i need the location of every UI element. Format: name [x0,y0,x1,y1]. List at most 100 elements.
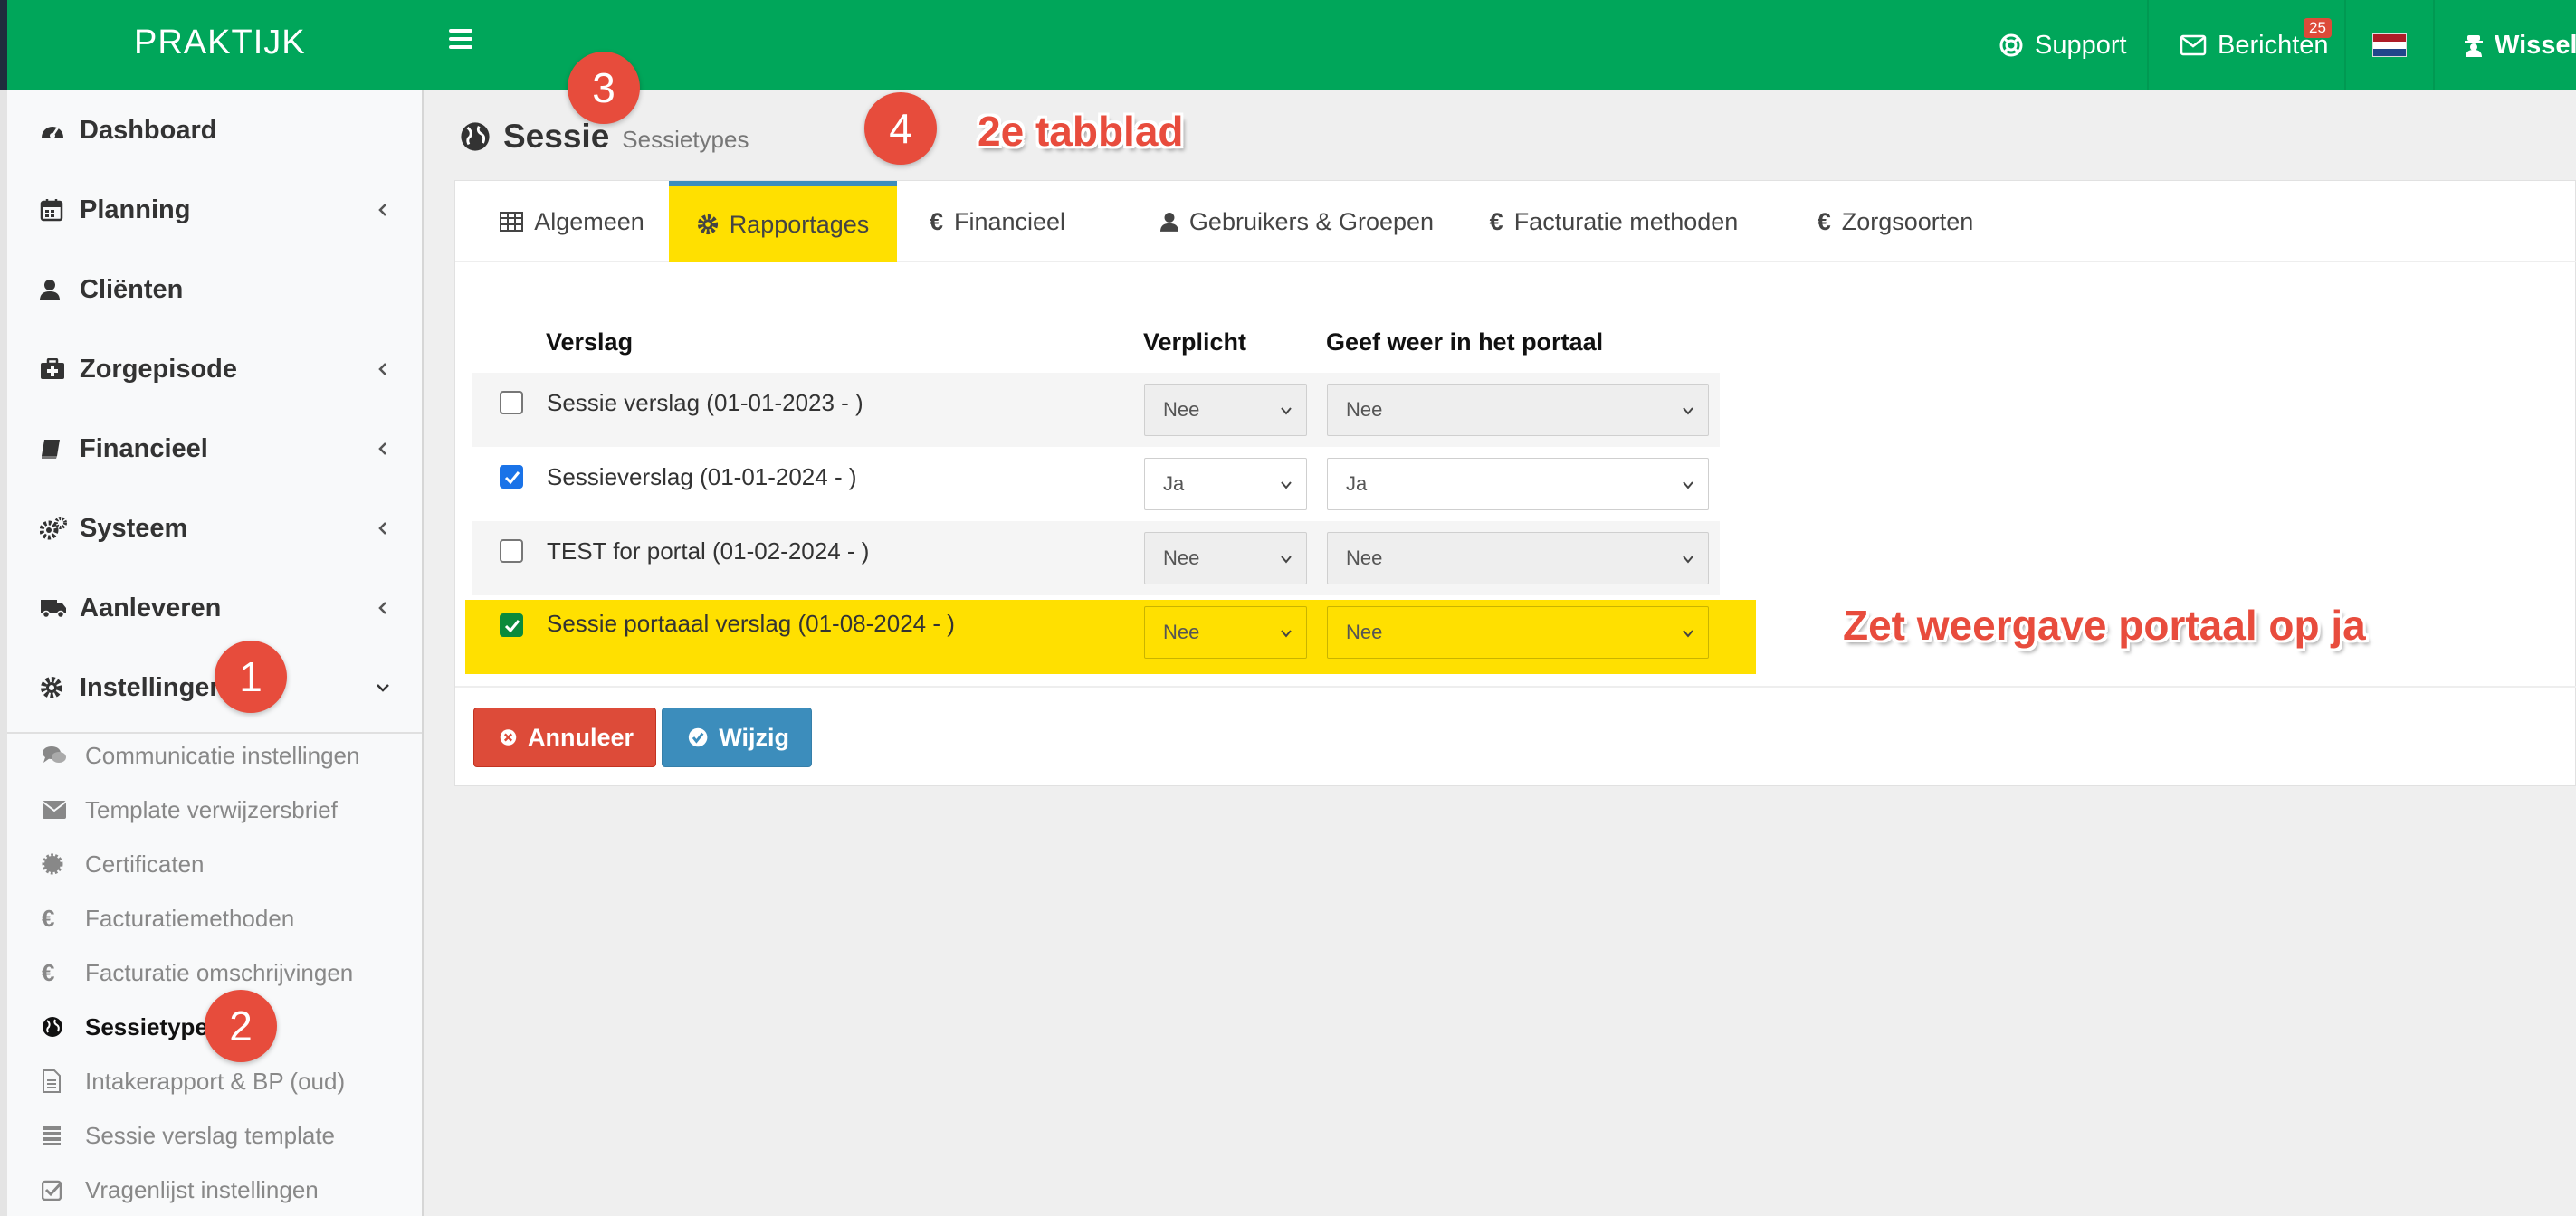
tab-rapportages[interactable]: Rapportages [669,181,897,262]
chevron-down-icon [1281,407,1292,415]
navbar-edge [0,0,7,90]
sidebar-subitem-sessie-verslag-template[interactable]: Sessie verslag template [0,1108,422,1163]
portaal-select[interactable]: Nee [1327,606,1709,659]
comments-icon [42,745,69,766]
sidebar-item-zorgepisode[interactable]: Zorgepisode [0,329,422,409]
table-row: TEST for portal (01-02-2024 - ) Nee Nee [472,521,1720,595]
cancel-button[interactable]: Annuleer [473,708,656,767]
sidebar-item-instellingen[interactable]: Instellingen [0,648,422,727]
select-value: Ja [1163,472,1185,495]
tab-zorgsoorten[interactable]: € Zorgsoorten [1802,181,1989,262]
portaal-select[interactable]: Ja [1327,458,1709,510]
tab-facturatie-methoden[interactable]: € Facturatie methoden [1482,181,1746,262]
annotation-marker: 3 [568,52,640,124]
calendar-icon [40,198,69,222]
sidebar-item-financieel[interactable]: Financieel [0,409,422,489]
sidebar-subitem-label: Intakerapport & BP (oud) [85,1067,346,1095]
sidebar-subitem-vragenlijst[interactable]: Vragenlijst instellingen [0,1163,422,1216]
chevron-left-icon [378,363,386,375]
cancel-label: Annuleer [527,723,634,751]
verplicht-select[interactable]: Nee [1144,532,1307,584]
sidebar-subitem-facturatie-omschrijvingen[interactable]: € Facturatie omschrijvingen [0,945,422,1000]
select-value: Nee [1163,546,1200,569]
navbar-separator [2433,0,2435,90]
tab-gebruikers-groepen[interactable]: Gebruikers & Groepen [1143,181,1451,262]
navbar-separator [2344,0,2346,90]
table-row-highlighted: Sessie portaaal verslag (01-08-2024 - ) … [465,600,1756,674]
chevron-left-icon [378,442,386,455]
dutch-flag-icon[interactable] [2372,33,2407,57]
form-divider [455,686,2576,688]
file-icon [42,1069,69,1093]
portaal-select[interactable]: Nee [1327,532,1709,584]
euro-icon: € [42,958,55,986]
tab-label: Gebruikers & Groepen [1188,207,1435,235]
tab-label: Rapportages [729,210,870,238]
medkit-icon [40,358,69,380]
row-checkbox[interactable] [500,391,523,414]
row-label: TEST for portal (01-02-2024 - ) [547,537,870,565]
verplicht-select[interactable]: Ja [1144,458,1307,510]
chevron-down-icon [1281,556,1292,564]
tab-algemeen[interactable]: Algemeen [472,181,673,262]
sidebar-subitem-template-verwijzersbrief[interactable]: Template verwijzersbrief [0,783,422,837]
chevron-down-icon [1281,481,1292,489]
verplicht-select[interactable]: Nee [1144,606,1307,659]
sidebar-item-systeem[interactable]: Systeem [0,489,422,568]
gear-icon [40,676,69,699]
sidebar-subitem-label: Sessie verslag template [85,1121,336,1149]
messages-link[interactable]: Berichten [2180,0,2329,90]
sidebar-item-label: Aanleveren [80,593,222,622]
select-value: Nee [1163,621,1200,643]
sidebar-item-planning[interactable]: Planning [0,170,422,250]
tab-bar: Algemeen Rapportages € Financieel Gebrui… [455,181,2576,262]
save-label: Wijzig [719,723,789,751]
annotation-marker: 2 [205,990,277,1062]
tab-label: Zorgsoorten [1841,207,1974,235]
list-icon [42,1126,69,1145]
annotation-marker: 1 [215,641,287,713]
column-header-portaal: Geef weer in het portaal [1326,328,1604,356]
sidebar-item-label: Systeem [80,513,188,543]
sidebar-item-clienten[interactable]: Cliënten [0,250,422,329]
sidebar-subitem-communicatie[interactable]: Communicatie instellingen [0,728,422,783]
row-checkbox[interactable] [500,465,523,489]
messages-badge: 25 [2304,18,2332,38]
select-value: Ja [1346,472,1368,495]
chevron-left-icon [378,602,386,614]
truck-icon [40,597,69,619]
sidebar-subitem-label: Facturatiemethoden [85,904,295,932]
sidebar-item-label: Dashboard [80,115,217,145]
chevron-left-icon [378,204,386,216]
globe-icon [42,1016,69,1038]
chevron-left-icon [378,522,386,535]
save-button[interactable]: Wijzig [662,708,812,767]
page-title: Sessie [503,118,610,155]
user-label: Wissel [2495,30,2576,60]
table-icon [500,212,524,232]
tab-financieel[interactable]: € Financieel [908,181,1087,262]
check-circle-icon [688,727,708,747]
gears-icon [40,517,69,540]
table-row: Sessie verslag (01-01-2023 - ) Nee Nee [472,373,1720,447]
sidebar-subitem-facturatiemethoden[interactable]: € Facturatiemethoden [0,891,422,945]
support-link[interactable]: Support [1999,0,2127,90]
verplicht-select[interactable]: Nee [1144,384,1307,436]
sidebar-item-aanleveren[interactable]: Aanleveren [0,568,422,648]
euro-icon: € [1489,207,1503,235]
checkmark-icon [504,620,520,633]
sidebar-subitem-certificaten[interactable]: Certificaten [0,837,422,891]
row-checkbox[interactable] [500,613,523,637]
app-logo[interactable]: PRAKTIJK [134,24,306,62]
menu-toggle-icon[interactable] [449,29,472,49]
gear-icon [697,214,718,235]
content-box: Algemeen Rapportages € Financieel Gebrui… [454,180,2576,786]
user-secret-icon [2465,35,2483,57]
support-label: Support [2035,30,2127,60]
certificate-icon [42,853,69,875]
portaal-select[interactable]: Nee [1327,384,1709,436]
sidebar-subitem-intakerapport[interactable]: Intakerapport & BP (oud) [0,1054,422,1108]
row-checkbox[interactable] [500,539,523,563]
user-switch-link[interactable]: Wissel [2464,0,2576,90]
sidebar-item-dashboard[interactable]: Dashboard [0,90,422,170]
